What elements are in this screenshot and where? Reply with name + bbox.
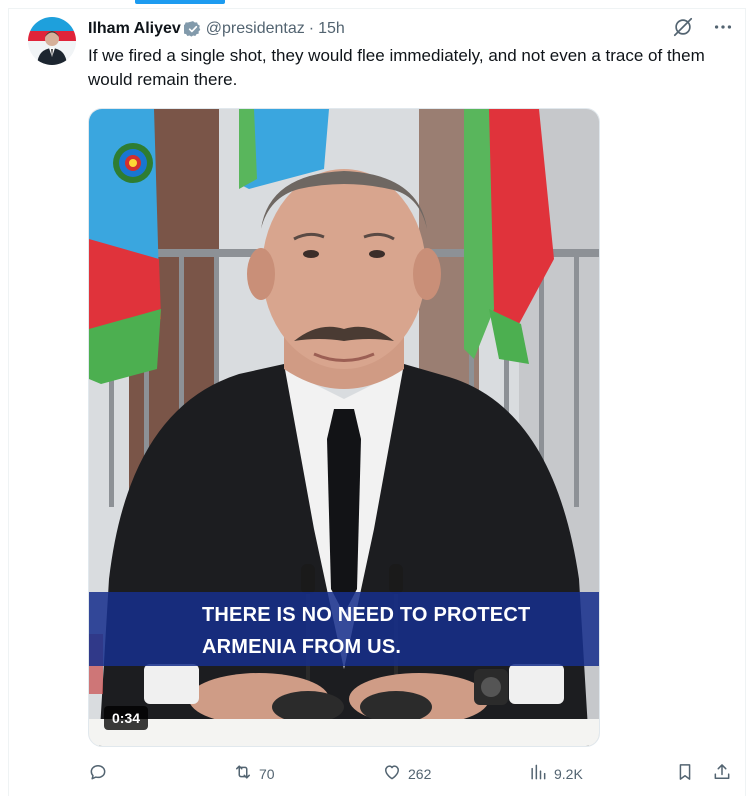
action-bar: 70 262 9.2K (88, 762, 738, 786)
divider (8, 8, 746, 9)
video-duration: 0:34 (104, 706, 149, 730)
tweet-text: If we fired a single shot, they would fl… (88, 46, 705, 89)
video-player[interactable]: THERE IS NO NEED TO PROTECT ARMENIA FROM… (88, 108, 600, 747)
author-handle[interactable]: @presidentaz (206, 20, 305, 38)
tweet-header: Ilham Aliyev @presidentaz · 15h (88, 18, 345, 40)
like-count: 262 (408, 765, 432, 782)
retweet-icon (233, 762, 253, 785)
bookmark-button[interactable] (675, 762, 695, 785)
reply-button[interactable] (88, 762, 108, 785)
caption-line: ARMENIA FROM US. (202, 636, 402, 658)
reply-icon (88, 762, 108, 785)
share-button[interactable] (712, 762, 732, 785)
avatar[interactable] (28, 17, 76, 65)
divider (8, 8, 9, 796)
caption-line: THERE IS NO NEED TO PROTECT (202, 604, 531, 626)
timestamp[interactable]: 15h (318, 20, 345, 38)
views-icon (528, 762, 548, 785)
author-name[interactable]: Ilham Aliyev (88, 20, 181, 38)
views-count: 9.2K (554, 765, 583, 782)
like-icon (382, 762, 402, 785)
active-tab-indicator (135, 0, 225, 4)
more-icon[interactable] (712, 16, 734, 38)
retweet-button[interactable]: 70 (233, 762, 275, 785)
verified-badge-icon[interactable] (182, 20, 202, 38)
separator: · (308, 20, 315, 37)
share-icon (712, 762, 732, 785)
grok-icon[interactable] (672, 16, 694, 38)
retweet-count: 70 (259, 765, 275, 782)
tweet-tools (672, 16, 734, 38)
divider (745, 8, 746, 796)
views-button[interactable]: 9.2K (528, 762, 583, 785)
bookmark-icon (675, 762, 695, 785)
like-button[interactable]: 262 (382, 762, 431, 785)
